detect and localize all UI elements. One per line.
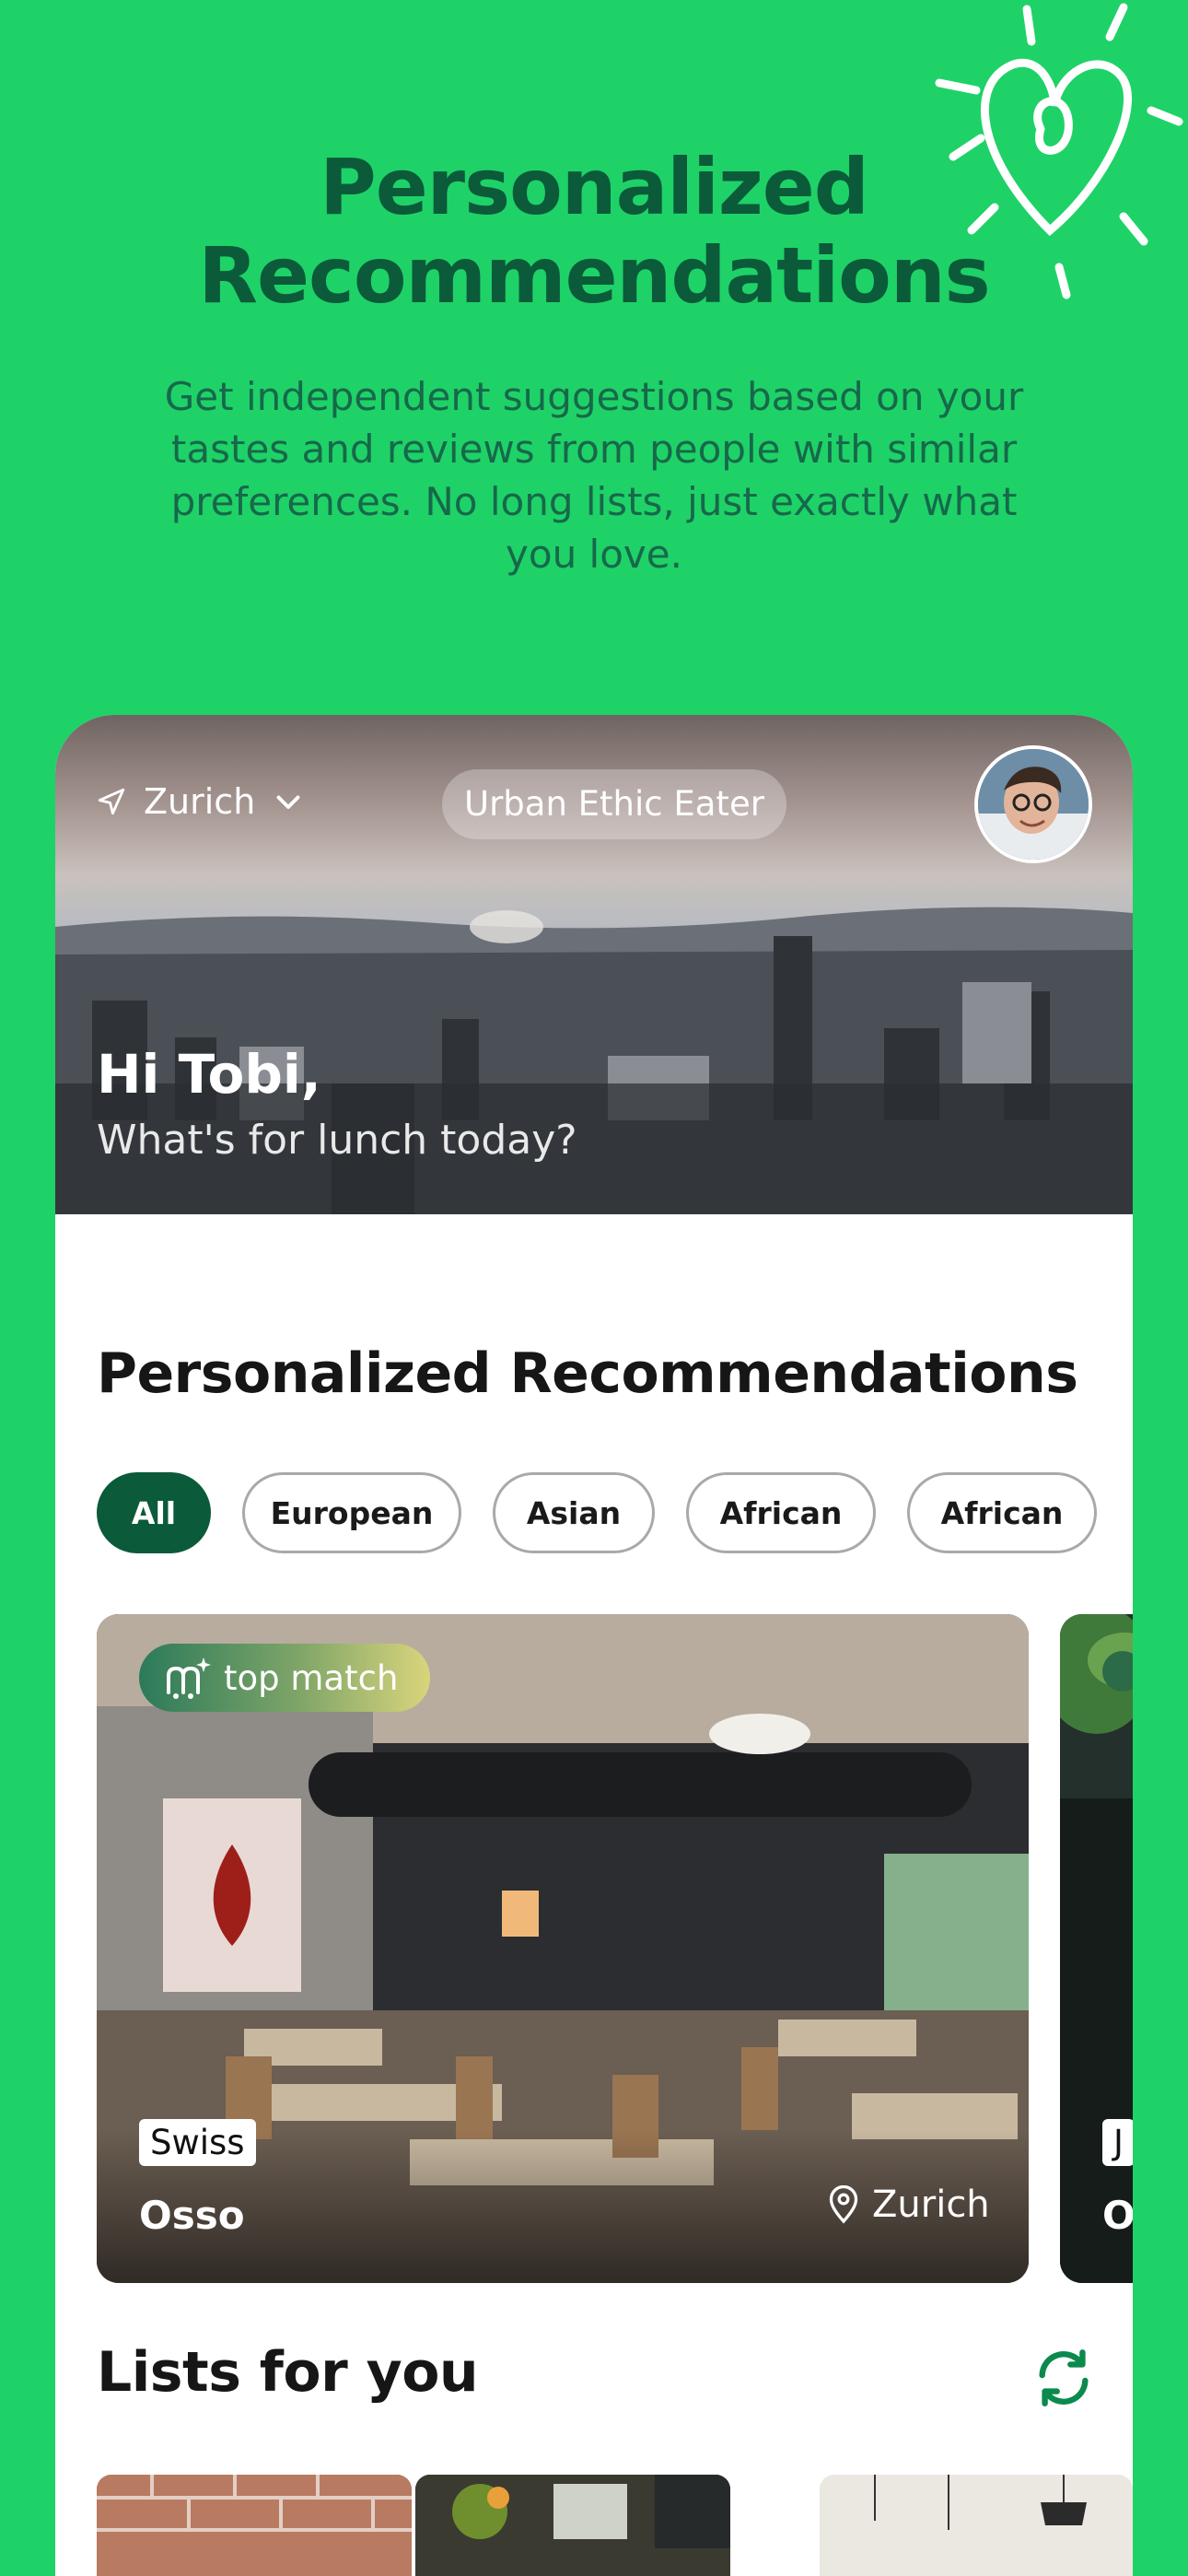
restaurant-name: Osso xyxy=(139,2193,245,2238)
navigation-arrow-icon xyxy=(98,788,125,815)
lists-carousel xyxy=(97,2475,1133,2576)
chip-african[interactable]: African xyxy=(686,1472,876,1553)
restaurant-photo-next xyxy=(1060,1614,1133,2283)
chip-all[interactable]: All xyxy=(97,1472,211,1553)
restaurant-card-next[interactable]: J O xyxy=(1060,1614,1133,2283)
refresh-icon[interactable] xyxy=(1031,2346,1096,2410)
list-thumb-restaurant[interactable] xyxy=(415,2475,730,2576)
restaurant-location-label: Zurich xyxy=(872,2184,990,2226)
promo-title: Personalized Recommendations xyxy=(0,143,1188,320)
chip-african-2[interactable]: African xyxy=(907,1472,1097,1553)
promo-title-line2: Recommendations xyxy=(198,230,990,321)
list-thumb-cafe[interactable] xyxy=(820,2475,1133,2576)
city-header: Zurich Urban Ethic Eater Hi Tobi, What's… xyxy=(55,715,1133,1214)
cuisine-filter-chips: All European Asian African African xyxy=(97,1472,1097,1553)
top-match-label: top match xyxy=(224,1657,399,1698)
chevron-down-icon xyxy=(276,795,300,809)
chip-asian[interactable]: Asian xyxy=(493,1472,655,1553)
sparkle-logo-icon xyxy=(167,1657,211,1699)
restaurant-name-next: O xyxy=(1102,2193,1133,2238)
restaurant-location: Zurich xyxy=(826,2184,990,2226)
cafe-interior-image xyxy=(820,2475,1133,2576)
promo-subtitle: Get independent suggestions based on you… xyxy=(164,374,1024,577)
cuisine-tag: Swiss xyxy=(139,2119,256,2166)
avatar-photo xyxy=(978,749,1089,860)
eater-profile-pill[interactable]: Urban Ethic Eater xyxy=(442,769,786,839)
greeting-subtitle: What's for lunch today? xyxy=(97,1117,577,1164)
app-screen: Zurich Urban Ethic Eater Hi Tobi, What's… xyxy=(55,715,1133,2576)
cuisine-tag-next: J xyxy=(1102,2119,1133,2166)
avatar[interactable] xyxy=(974,745,1092,863)
map-pin-icon xyxy=(829,2185,858,2224)
promo-title-line1: Personalized xyxy=(320,142,869,232)
chip-european[interactable]: European xyxy=(242,1472,461,1553)
lists-title: Lists for you xyxy=(97,2340,479,2405)
restaurant-interior-image xyxy=(415,2475,730,2576)
restaurant-card-osso[interactable]: top match Swiss Osso Zurich xyxy=(97,1614,1029,2283)
brick-wall-image xyxy=(97,2475,412,2576)
greeting-title: Hi Tobi, xyxy=(97,1043,321,1106)
location-selector[interactable]: Zurich xyxy=(96,781,305,822)
location-label: Zurich xyxy=(144,781,256,822)
recommendations-title: Personalized Recommendations xyxy=(97,1341,1078,1406)
list-thumb-brick[interactable] xyxy=(97,2475,412,2576)
top-match-badge: top match xyxy=(139,1644,430,1712)
